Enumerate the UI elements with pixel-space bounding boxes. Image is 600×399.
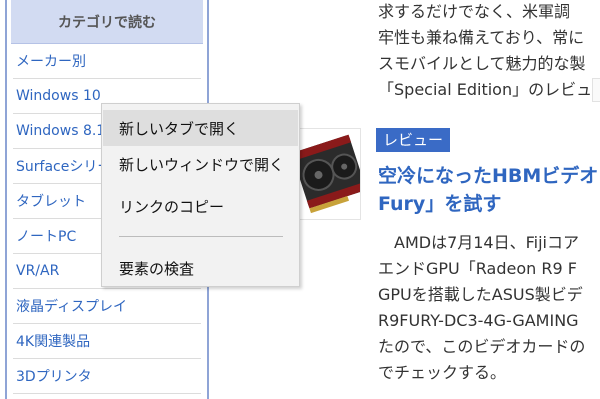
menu-separator: [119, 236, 283, 237]
article-body-line: たので、このビデオカードの: [378, 337, 586, 356]
article-body-line: GPUを搭載したASUS製ビデ: [378, 285, 583, 304]
prev-article-line: 求するだけでなく、米軍調: [378, 2, 571, 21]
menu-copy-link[interactable]: リンクのコピー: [103, 188, 298, 224]
graphics-card-image: [294, 134, 360, 214]
article-title-line[interactable]: Fury」を試す: [378, 192, 501, 216]
article-body-line: R9FURY-DC3-4G-GAMING: [378, 311, 579, 330]
article-body-line: AMDは7月14日、Fijiコア: [378, 233, 579, 252]
sidebar-item-4k[interactable]: 4K関連製品: [13, 324, 201, 359]
menu-inspect-element[interactable]: 要素の検査: [103, 250, 298, 286]
article-body-line: でチェックする。: [378, 363, 507, 382]
context-menu: 新しいタブで開く 新しいウィンドウで開く リンクのコピー 要素の検査: [101, 103, 300, 287]
prev-article-line: 「Special Edition」のレビュ: [378, 80, 593, 99]
prev-article-line: スモバイルとして魅力的な製: [378, 54, 586, 73]
sidebar-header: カテゴリで読む: [11, 0, 203, 44]
article-body-line: エンドGPU「Radeon R9 F: [378, 259, 577, 278]
article-thumbnail[interactable]: [293, 128, 361, 220]
prev-article-line: 牢性も兼ね備えており、常に: [378, 28, 585, 47]
sidebar-item-maker[interactable]: メーカー別: [13, 44, 201, 79]
sidebar-item-3d-printer[interactable]: 3Dプリンタ: [13, 359, 201, 394]
menu-open-in-new-window[interactable]: 新しいウィンドウで開く: [103, 146, 298, 182]
sidebar-item-lcd-display[interactable]: 液晶ディスプレイ: [13, 289, 201, 324]
review-badge: レビュー: [376, 128, 451, 152]
inline-icon-edge: [592, 78, 600, 102]
article-title-line[interactable]: 空冷になったHBMビデオ: [378, 164, 598, 188]
menu-open-in-new-tab[interactable]: 新しいタブで開く: [103, 110, 298, 146]
